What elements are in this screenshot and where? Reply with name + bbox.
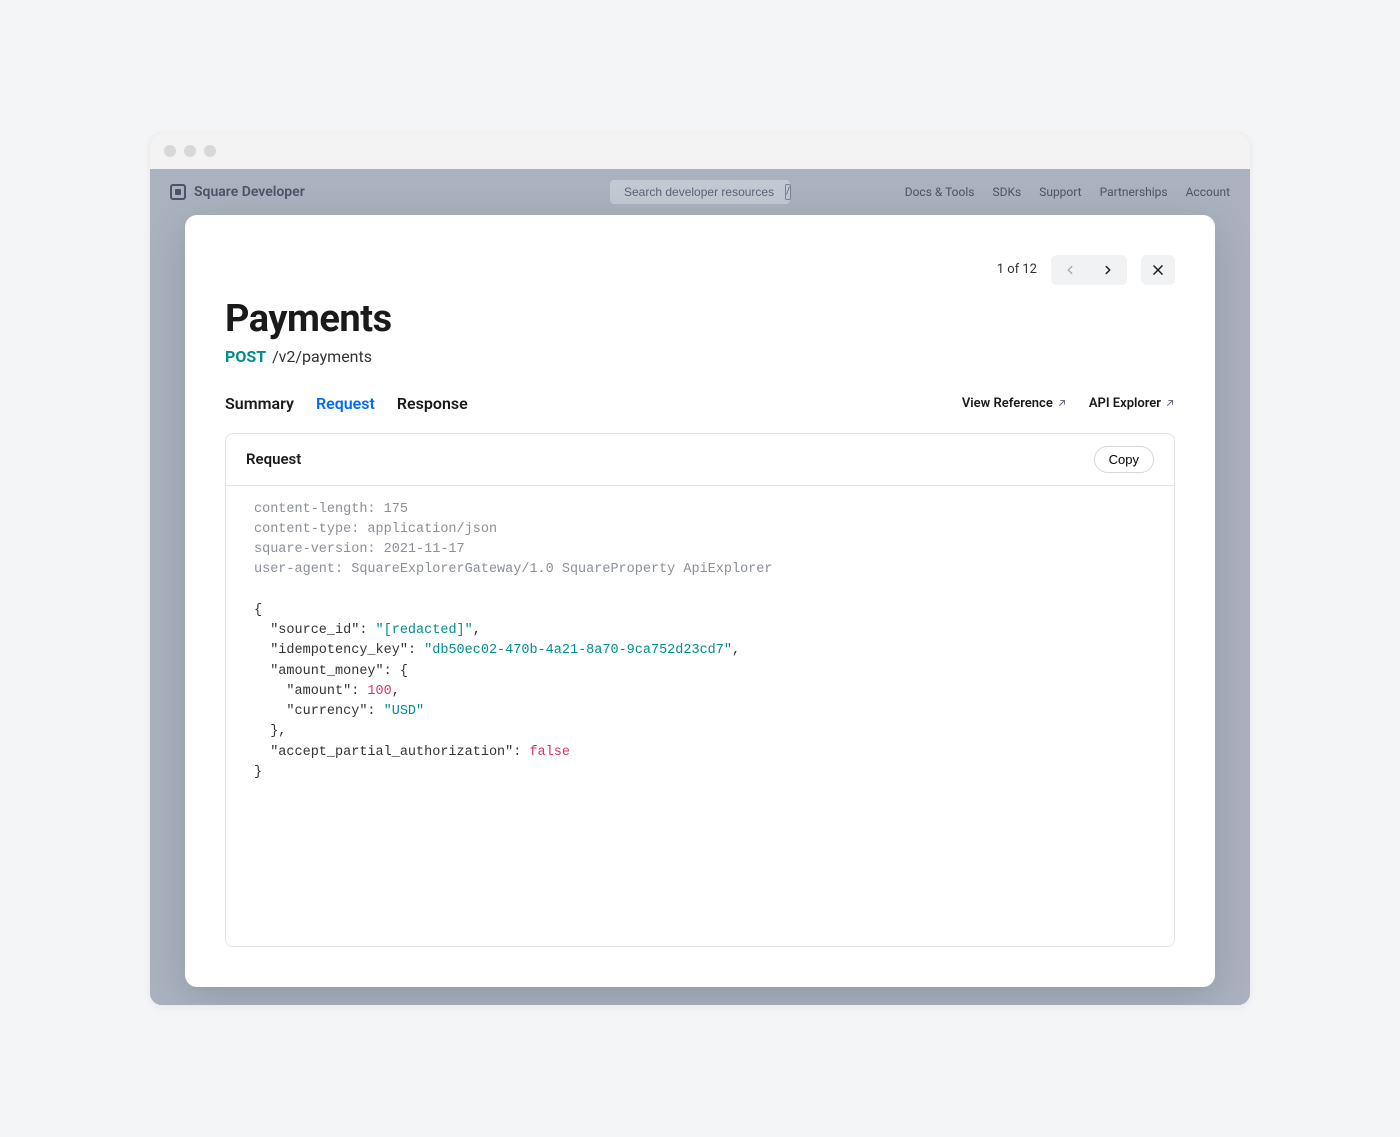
- external-link-icon: [1165, 398, 1175, 408]
- window-minimize-dot[interactable]: [184, 145, 196, 157]
- browser-window: Square Developer / Docs & Tools SDKs Sup…: [150, 133, 1250, 1005]
- header-line: square-version: 2021-11-17: [254, 542, 465, 557]
- prev-button[interactable]: [1051, 255, 1089, 285]
- search-shortcut-key: /: [785, 184, 791, 200]
- json-key: "amount": [286, 684, 351, 699]
- window-titlebar: [150, 133, 1250, 169]
- request-card-title: Request: [246, 450, 301, 468]
- search-input[interactable]: [624, 185, 779, 199]
- view-reference-link[interactable]: View Reference: [962, 396, 1067, 411]
- pager-label: 1 of 12: [997, 262, 1037, 277]
- json-value: 100: [367, 684, 391, 699]
- api-log-modal: 1 of 12 Payments POST /v2/payments: [185, 215, 1215, 987]
- nav-partnerships[interactable]: Partnerships: [1100, 185, 1168, 199]
- next-button[interactable]: [1089, 255, 1127, 285]
- pager-buttons: [1051, 255, 1127, 285]
- chevron-left-icon: [1063, 263, 1077, 277]
- json-value: "USD": [384, 704, 425, 719]
- json-key: "accept_partial_authorization": [270, 745, 513, 760]
- nav-support[interactable]: Support: [1039, 185, 1081, 199]
- json-value: "[redacted]": [376, 623, 473, 638]
- json-key: "source_id": [270, 623, 359, 638]
- nav-links: Docs & Tools SDKs Support Partnerships A…: [905, 185, 1230, 199]
- window-zoom-dot[interactable]: [204, 145, 216, 157]
- nav-account[interactable]: Account: [1186, 185, 1230, 199]
- square-logo-icon: [170, 184, 186, 200]
- tab-links: View Reference API Explorer: [962, 396, 1175, 411]
- external-link-icon: [1057, 398, 1067, 408]
- endpoint-line: POST /v2/payments: [225, 347, 1175, 366]
- brand-label: Square Developer: [194, 184, 305, 200]
- close-icon: [1151, 263, 1165, 277]
- modal-topbar: 1 of 12: [225, 255, 1175, 285]
- header-line: user-agent: SquareExplorerGateway/1.0 Sq…: [254, 562, 772, 577]
- json-key: "idempotency_key": [270, 643, 408, 658]
- content-area: 1 of 12 Payments POST /v2/payments: [150, 215, 1250, 1005]
- search-box[interactable]: /: [610, 180, 790, 204]
- tab-summary[interactable]: Summary: [225, 394, 294, 413]
- page-title: Payments: [225, 297, 1175, 341]
- json-key: "currency": [286, 704, 367, 719]
- request-card-header: Request Copy: [226, 434, 1174, 486]
- code-block: content-length: 175 content-type: applic…: [226, 486, 1174, 946]
- close-button[interactable]: [1141, 255, 1175, 285]
- endpoint-path: /v2/payments: [272, 347, 372, 366]
- api-explorer-link[interactable]: API Explorer: [1089, 396, 1175, 411]
- top-nav: Square Developer / Docs & Tools SDKs Sup…: [150, 169, 1250, 215]
- nav-docs[interactable]: Docs & Tools: [905, 185, 975, 199]
- chevron-right-icon: [1101, 263, 1115, 277]
- brand[interactable]: Square Developer: [170, 184, 305, 200]
- json-value: "db50ec02-470b-4a21-8a70-9ca752d23cd7": [424, 643, 732, 658]
- view-reference-label: View Reference: [962, 396, 1053, 411]
- http-method: POST: [225, 347, 266, 366]
- json-value: false: [529, 745, 570, 760]
- window-close-dot[interactable]: [164, 145, 176, 157]
- header-line: content-length: 175: [254, 502, 408, 517]
- json-key: "amount_money": [270, 664, 383, 679]
- tab-request[interactable]: Request: [316, 394, 375, 413]
- header-line: content-type: application/json: [254, 522, 497, 537]
- copy-button[interactable]: Copy: [1094, 446, 1154, 473]
- api-explorer-label: API Explorer: [1089, 396, 1161, 411]
- tabs-row: Summary Request Response View Reference …: [225, 394, 1175, 413]
- tab-response[interactable]: Response: [397, 394, 468, 413]
- nav-sdks[interactable]: SDKs: [992, 185, 1021, 199]
- request-card: Request Copy content-length: 175 content…: [225, 433, 1175, 947]
